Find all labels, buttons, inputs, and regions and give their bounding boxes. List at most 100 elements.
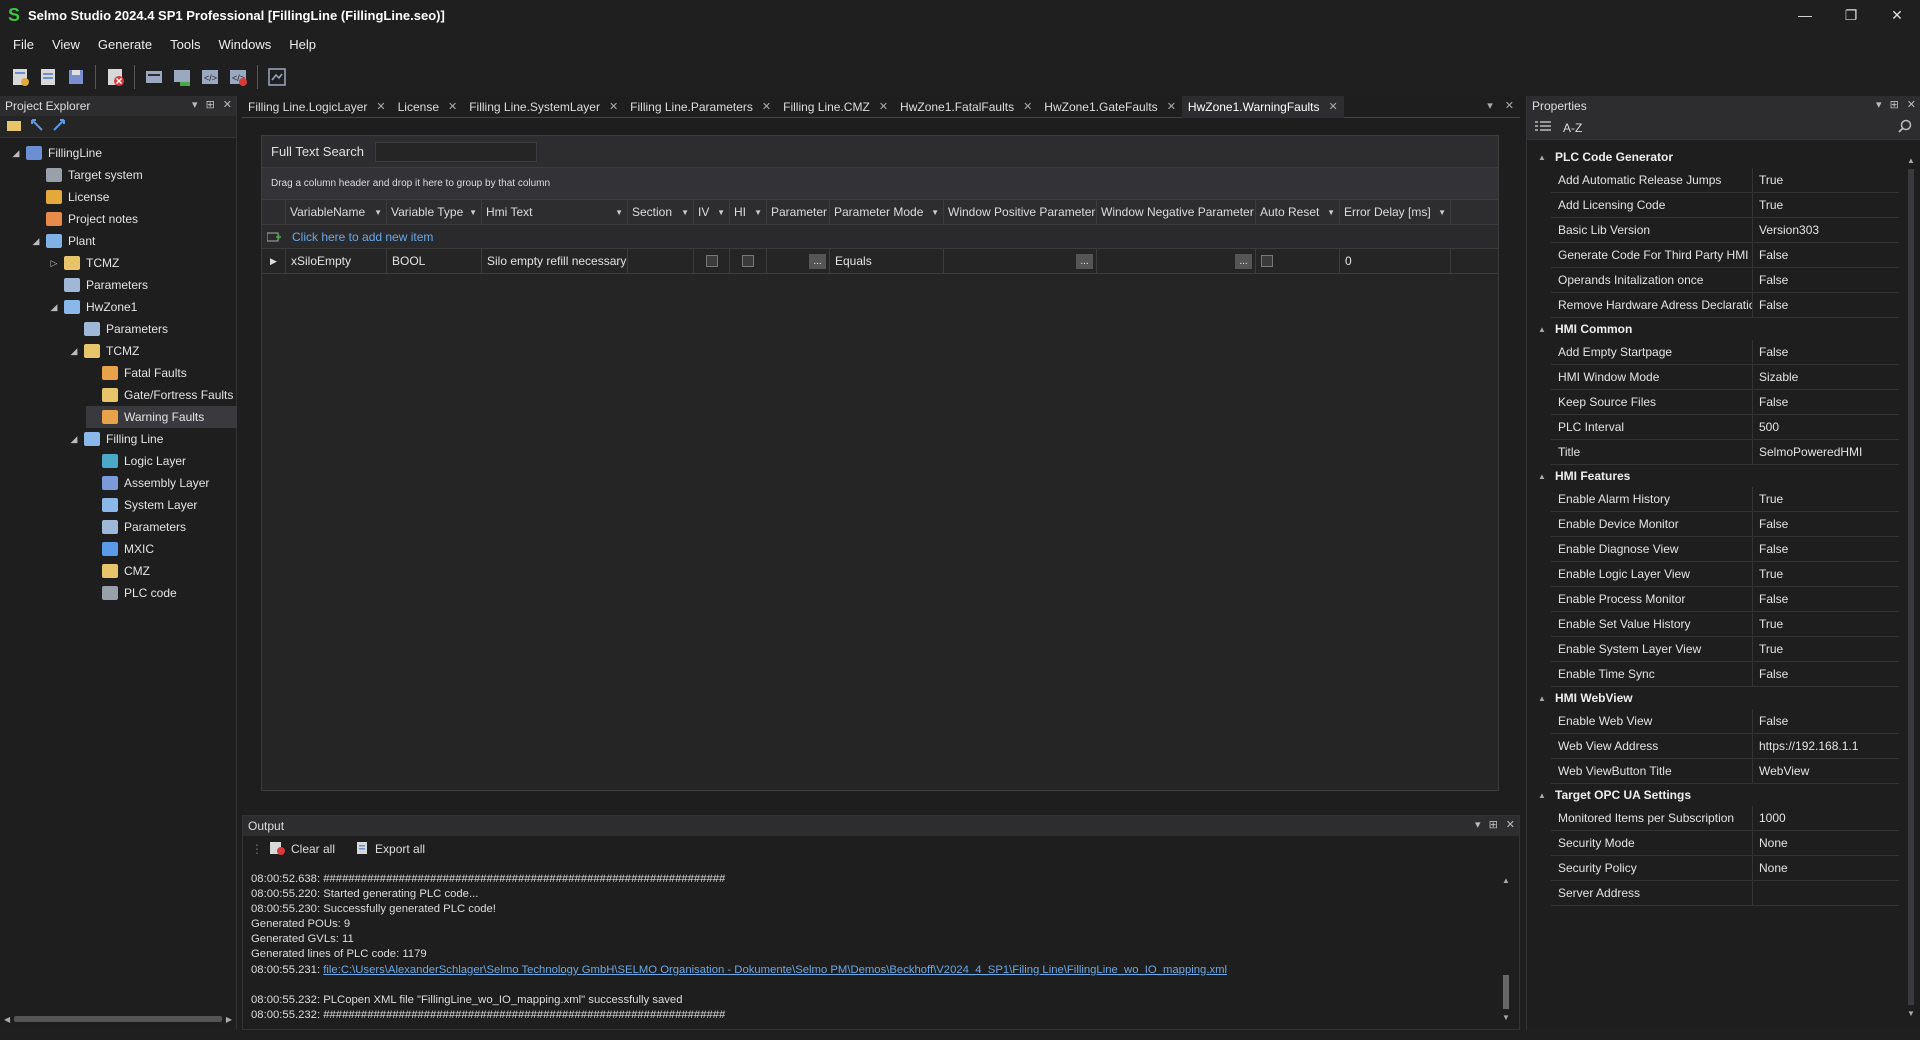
cell-parameter-mode[interactable]: Equals bbox=[830, 249, 944, 273]
tree-item[interactable]: ◢ Plant bbox=[30, 230, 95, 252]
property-category[interactable]: ▲ Target OPC UA Settings bbox=[1527, 784, 1897, 806]
properties-search-icon[interactable] bbox=[1898, 119, 1912, 136]
cell-hmi-text[interactable]: Silo empty refill necessary bbox=[482, 249, 628, 273]
new-project-icon[interactable] bbox=[9, 66, 31, 88]
tab[interactable]: Filling Line.LogicLayer ✕ bbox=[242, 96, 392, 118]
tree-item[interactable]: PLC code bbox=[86, 582, 177, 604]
expander-icon[interactable]: ▷ bbox=[48, 258, 60, 269]
generate-icon[interactable] bbox=[143, 66, 165, 88]
property-value[interactable]: True bbox=[1753, 168, 1899, 192]
tree-item[interactable]: MXIC bbox=[86, 538, 154, 560]
property-value[interactable]: False bbox=[1753, 293, 1899, 317]
open-project-icon[interactable] bbox=[37, 66, 59, 88]
tab-close-icon[interactable]: ✕ bbox=[448, 100, 457, 113]
tree-item[interactable]: ◢ HwZone1 bbox=[48, 296, 137, 318]
tab-close-icon[interactable]: ✕ bbox=[879, 100, 888, 113]
tree-item[interactable]: Logic Layer bbox=[86, 450, 186, 472]
expander-icon[interactable]: ◢ bbox=[68, 346, 80, 357]
category-collapse-icon[interactable]: ▲ bbox=[1535, 791, 1549, 800]
restore-button[interactable]: ❐ bbox=[1828, 0, 1874, 30]
expander-icon[interactable]: ◢ bbox=[48, 302, 60, 313]
property-value[interactable]: True bbox=[1753, 193, 1899, 217]
expand-all-icon[interactable] bbox=[52, 118, 66, 135]
panel-close-icon[interactable]: ✕ bbox=[223, 98, 232, 111]
tree-item[interactable]: ◢ TCMZ bbox=[68, 340, 139, 362]
property-category[interactable]: ▲ HMI Common bbox=[1527, 318, 1897, 340]
tab[interactable]: HwZone1.WarningFaults ✕ bbox=[1181, 95, 1344, 118]
property-value[interactable]: False bbox=[1753, 662, 1899, 686]
open-folder-icon[interactable] bbox=[6, 118, 22, 135]
property-value[interactable]: True bbox=[1753, 612, 1899, 636]
menu-file[interactable]: File bbox=[4, 37, 43, 52]
tab-close-icon[interactable]: ✕ bbox=[762, 100, 771, 113]
group-panel[interactable]: Drag a column header and drop it here to… bbox=[262, 168, 1498, 200]
filter-icon[interactable]: ▼ bbox=[717, 208, 725, 217]
property-value[interactable]: 500 bbox=[1753, 415, 1899, 439]
tab-close-icon[interactable]: ✕ bbox=[1329, 100, 1338, 113]
column-header[interactable]: Error Delay [ms] ▼ bbox=[1340, 200, 1451, 224]
property-category[interactable]: ▲ HMI Features bbox=[1527, 465, 1897, 487]
property-value[interactable]: None bbox=[1753, 831, 1899, 855]
full-text-search-input[interactable] bbox=[374, 141, 537, 162]
tree-item[interactable]: ▷ TCMZ bbox=[48, 252, 119, 274]
hi-checkbox[interactable] bbox=[742, 255, 754, 267]
filter-icon[interactable]: ▼ bbox=[1438, 208, 1446, 217]
properties-scrollbar[interactable]: ▲ ▼ bbox=[1906, 156, 1916, 1018]
cell-error-delay[interactable]: 0 bbox=[1340, 249, 1451, 273]
menu-generate[interactable]: Generate bbox=[89, 37, 161, 52]
category-collapse-icon[interactable]: ▲ bbox=[1535, 472, 1549, 481]
property-value[interactable]: None bbox=[1753, 856, 1899, 880]
menu-help[interactable]: Help bbox=[280, 37, 325, 52]
tree-item[interactable]: Parameters bbox=[68, 318, 168, 340]
tree-item[interactable]: Parameters bbox=[86, 516, 186, 538]
column-header[interactable]: Auto Reset ▼ bbox=[1256, 200, 1340, 224]
filter-icon[interactable]: ▼ bbox=[931, 208, 939, 217]
property-value[interactable]: False bbox=[1753, 390, 1899, 414]
property-value[interactable]: False bbox=[1753, 340, 1899, 364]
column-header[interactable]: Parameter bbox=[767, 200, 830, 224]
tree-item[interactable]: Project notes bbox=[30, 208, 138, 230]
tab[interactable]: HwZone1.FatalFaults ✕ bbox=[894, 96, 1038, 118]
categorized-icon[interactable] bbox=[1535, 120, 1551, 135]
tab-close-icon[interactable]: ✕ bbox=[1023, 100, 1032, 113]
properties-dropdown-icon[interactable]: ▾ bbox=[1876, 98, 1882, 111]
expander-icon[interactable]: ◢ bbox=[10, 148, 22, 159]
property-value[interactable]: False bbox=[1753, 709, 1899, 733]
tree-item[interactable]: ◢ FillingLine bbox=[10, 142, 102, 164]
close-project-icon[interactable] bbox=[104, 66, 126, 88]
category-collapse-icon[interactable]: ▲ bbox=[1535, 694, 1549, 703]
property-value[interactable] bbox=[1753, 881, 1899, 905]
tab[interactable]: Filling Line.SystemLayer ✕ bbox=[463, 96, 624, 118]
cell-parameter[interactable]: ... bbox=[767, 249, 830, 273]
property-category[interactable]: ▲ PLC Code Generator bbox=[1527, 146, 1897, 168]
tree-item[interactable]: Assembly Layer bbox=[86, 472, 209, 494]
property-value[interactable]: https://192.168.1.1 bbox=[1753, 734, 1899, 758]
tab-close-icon[interactable]: ✕ bbox=[376, 100, 385, 113]
output-close-icon[interactable]: ✕ bbox=[1506, 818, 1515, 831]
menu-view[interactable]: View bbox=[43, 37, 89, 52]
tree-item[interactable]: System Layer bbox=[86, 494, 197, 516]
monitor-icon[interactable] bbox=[266, 66, 288, 88]
property-value[interactable]: SelmoPoweredHMI bbox=[1753, 440, 1899, 464]
menu-windows[interactable]: Windows bbox=[209, 37, 280, 52]
column-header[interactable]: VariableName ▼ bbox=[286, 200, 387, 224]
tree-item[interactable]: Fatal Faults bbox=[86, 362, 187, 384]
project-horizontal-scrollbar[interactable]: ◀ ▶ bbox=[4, 1014, 232, 1024]
property-value[interactable]: False bbox=[1753, 512, 1899, 536]
property-value[interactable]: True bbox=[1753, 562, 1899, 586]
tree-item[interactable]: Parameters bbox=[48, 274, 148, 296]
tab[interactable]: Filling Line.Parameters ✕ bbox=[624, 96, 777, 118]
tabs-close-icon[interactable]: ✕ bbox=[1505, 99, 1514, 112]
cell-variable-name[interactable]: xSiloEmpty bbox=[286, 249, 387, 273]
column-header[interactable]: HI ▼ bbox=[730, 200, 767, 224]
table-row[interactable]: ▶ xSiloEmpty BOOL Silo empty refill nece… bbox=[262, 249, 1498, 274]
tab[interactable]: HwZone1.GateFaults ✕ bbox=[1038, 96, 1182, 118]
category-collapse-icon[interactable]: ▲ bbox=[1535, 153, 1549, 162]
property-value[interactable]: 1000 bbox=[1753, 806, 1899, 830]
tree-item[interactable]: ◢ Filling Line bbox=[68, 428, 163, 450]
code-view-icon[interactable]: </> bbox=[199, 66, 221, 88]
tab[interactable]: Filling Line.CMZ ✕ bbox=[777, 96, 894, 118]
property-value[interactable]: False bbox=[1753, 268, 1899, 292]
parameter-browse-button[interactable]: ... bbox=[809, 254, 826, 269]
expander-icon[interactable]: ◢ bbox=[68, 434, 80, 445]
